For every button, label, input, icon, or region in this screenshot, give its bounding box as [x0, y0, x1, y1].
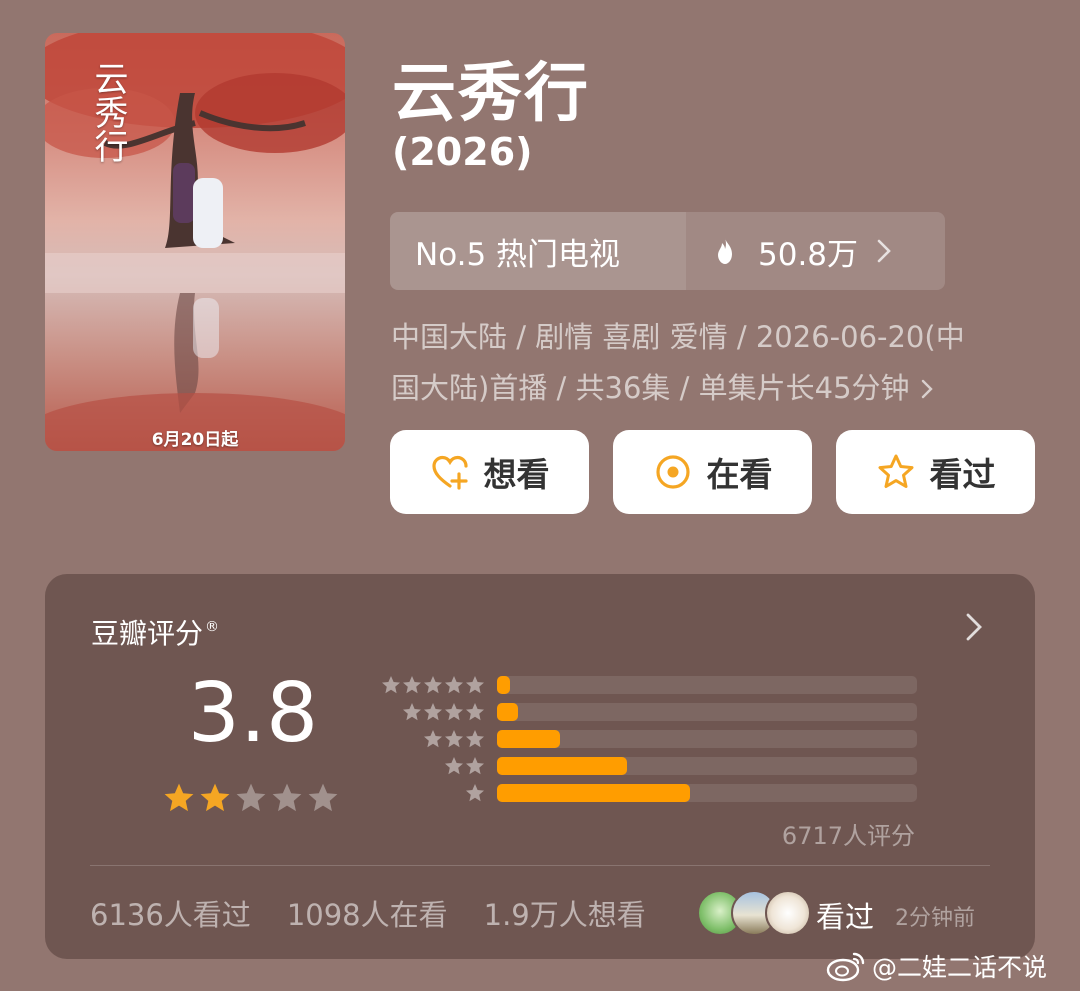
meta-info[interactable]: 中国大陆 / 剧情 喜剧 爱情 / 2026-06-20(中 国大陆)首播 / … [391, 312, 1041, 414]
page-title: 云秀行 [392, 57, 590, 131]
star-small-icon [466, 703, 484, 721]
bar-fill [497, 757, 628, 775]
rating-bar-3-star [375, 729, 917, 749]
meta-line-1: 中国大陆 / 剧情 喜剧 爱情 / 2026-06-20(中 [391, 320, 965, 354]
bar-track [497, 757, 917, 775]
bar-star-label [375, 783, 485, 803]
star-small-icon [445, 730, 463, 748]
poster-title-art: 云秀行 [88, 61, 128, 163]
want-to-watch-button[interactable]: 想看 [390, 430, 589, 514]
rating-bar-2-star [375, 756, 917, 776]
star-small-icon [424, 676, 442, 694]
bar-fill [497, 730, 560, 748]
rating-score: 3.8 [187, 666, 319, 761]
bar-star-label [375, 675, 485, 695]
bar-fill [497, 784, 691, 802]
meta-line-2: 国大陆)首播 / 共36集 / 单集片长45分钟 [391, 371, 910, 405]
rating-title: 豆瓣评分 ® [91, 612, 219, 652]
watermark: @二娃二话不说 [826, 948, 1047, 984]
bar-star-label [375, 756, 485, 776]
star-small-icon [403, 703, 421, 721]
chevron-right-icon[interactable] [965, 612, 983, 642]
rank-pill[interactable]: No.5 热门电视 50.8万 [390, 212, 945, 290]
star-outline-icon [878, 454, 913, 488]
rating-title-text: 豆瓣评分 [91, 617, 204, 650]
heart-plus-icon [431, 455, 468, 490]
star-small-icon [466, 757, 484, 775]
star-empty-icon [308, 783, 338, 812]
rank-label[interactable]: No.5 热门电视 [390, 212, 686, 290]
weibo-icon [826, 952, 865, 982]
watching-button[interactable]: 在看 [613, 430, 812, 514]
star-small-icon [382, 676, 400, 694]
release-year: (2026) [392, 130, 533, 174]
watched-label: 看过 [929, 455, 996, 494]
meta-line-2-wrap: 国大陆)首播 / 共36集 / 单集片长45分钟 [391, 363, 1041, 414]
want-label: 想看 [483, 455, 550, 494]
star-filled-icon [164, 783, 194, 812]
rating-bar-1-star [375, 783, 917, 803]
rating-count: 6717人评分 [781, 822, 915, 850]
watching-count[interactable]: 1098人在看 [287, 892, 448, 934]
bar-star-label [375, 702, 485, 722]
want-count[interactable]: 1.9万人想看 [484, 892, 646, 934]
bar-track [497, 784, 917, 802]
bar-track [497, 676, 917, 694]
rating-card[interactable]: 豆瓣评分 ® 3.8 6717人评分 6136人看过 1098人在看 1.9万人想… [45, 574, 1035, 959]
star-empty-icon [236, 783, 266, 812]
heat-button[interactable]: 50.8万 [686, 212, 945, 290]
star-small-icon [466, 676, 484, 694]
chevron-right-icon [921, 379, 933, 399]
rating-bar-5-star [375, 675, 917, 695]
bar-track [497, 703, 917, 721]
friend-avatars[interactable] [697, 890, 811, 936]
stats-row: 6136人看过 1098人在看 1.9万人想看 [90, 892, 660, 934]
watched-count[interactable]: 6136人看过 [90, 892, 251, 934]
friend-action: 看过 [816, 900, 875, 934]
star-small-icon [424, 730, 442, 748]
bar-star-label [375, 729, 485, 749]
bar-fill [497, 703, 518, 721]
star-small-icon [424, 703, 442, 721]
heat-value: 50.8万 [758, 236, 859, 273]
poster-date: 6月20日起 [151, 430, 239, 450]
avatar[interactable] [765, 890, 811, 936]
poster-image[interactable]: 云秀行 6月20日起 [45, 33, 345, 451]
fire-icon [718, 238, 732, 264]
star-filled-icon [200, 783, 230, 812]
watermark-text: @二娃二话不说 [872, 953, 1048, 982]
star-small-icon [445, 757, 463, 775]
watching-label: 在看 [706, 455, 773, 494]
registered-mark: ® [205, 619, 220, 635]
watched-button[interactable]: 看过 [836, 430, 1035, 514]
star-small-icon [445, 676, 463, 694]
divider [90, 865, 990, 866]
friend-time: 2分钟前 [895, 906, 975, 931]
star-empty-icon [272, 783, 302, 812]
bar-track [497, 730, 917, 748]
star-small-icon [445, 703, 463, 721]
star-small-icon [403, 676, 421, 694]
score-stars [163, 782, 339, 814]
bar-fill [497, 676, 510, 694]
chevron-right-icon [877, 239, 891, 263]
star-small-icon [466, 784, 484, 802]
star-small-icon [466, 730, 484, 748]
rating-bar-4-star [375, 702, 917, 722]
target-icon [655, 455, 690, 489]
